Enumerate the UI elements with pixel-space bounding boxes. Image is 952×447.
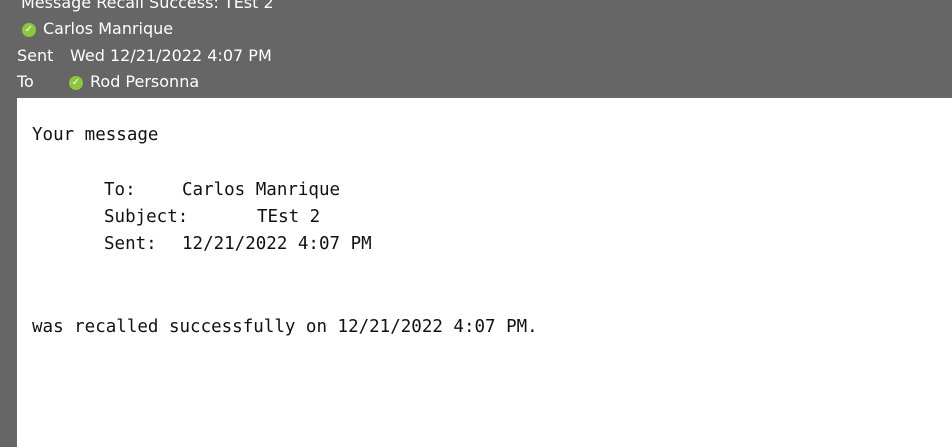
to-label: To bbox=[17, 72, 34, 91]
body-subject-label: Subject: bbox=[104, 207, 189, 227]
body-sent-label: Sent: bbox=[104, 234, 157, 254]
check-circle-icon: ✓ bbox=[22, 23, 36, 37]
body-to-value: Carlos Manrique bbox=[182, 180, 341, 200]
sender-name[interactable]: Carlos Manrique bbox=[43, 19, 173, 38]
sender[interactable]: ✓ Carlos Manrique bbox=[22, 18, 173, 40]
check-circle-icon: ✓ bbox=[69, 76, 83, 90]
body-subject-value: TEst 2 bbox=[257, 207, 321, 227]
intro-text: Your message bbox=[32, 125, 159, 145]
message-header: Message Recall Success: TEst 2 ✓ Carlos M… bbox=[0, 0, 952, 98]
to-row: To ✓ Rod Personna bbox=[17, 71, 199, 93]
body-sent-value: 12/21/2022 4:07 PM bbox=[182, 234, 372, 254]
sent-value: Wed 12/21/2022 4:07 PM bbox=[70, 46, 272, 65]
body-to-label: To: bbox=[104, 180, 136, 200]
message-subject: Message Recall Success: TEst 2 bbox=[21, 0, 274, 12]
recipient-name[interactable]: Rod Personna bbox=[90, 72, 199, 91]
sent-label: Sent bbox=[17, 46, 54, 65]
closing-text: was recalled successfully on 12/21/2022 … bbox=[32, 317, 538, 337]
sent-row: Sent Wed 12/21/2022 4:07 PM bbox=[17, 45, 272, 67]
message-body: Your message To: Carlos Manrique Subject… bbox=[17, 98, 952, 447]
